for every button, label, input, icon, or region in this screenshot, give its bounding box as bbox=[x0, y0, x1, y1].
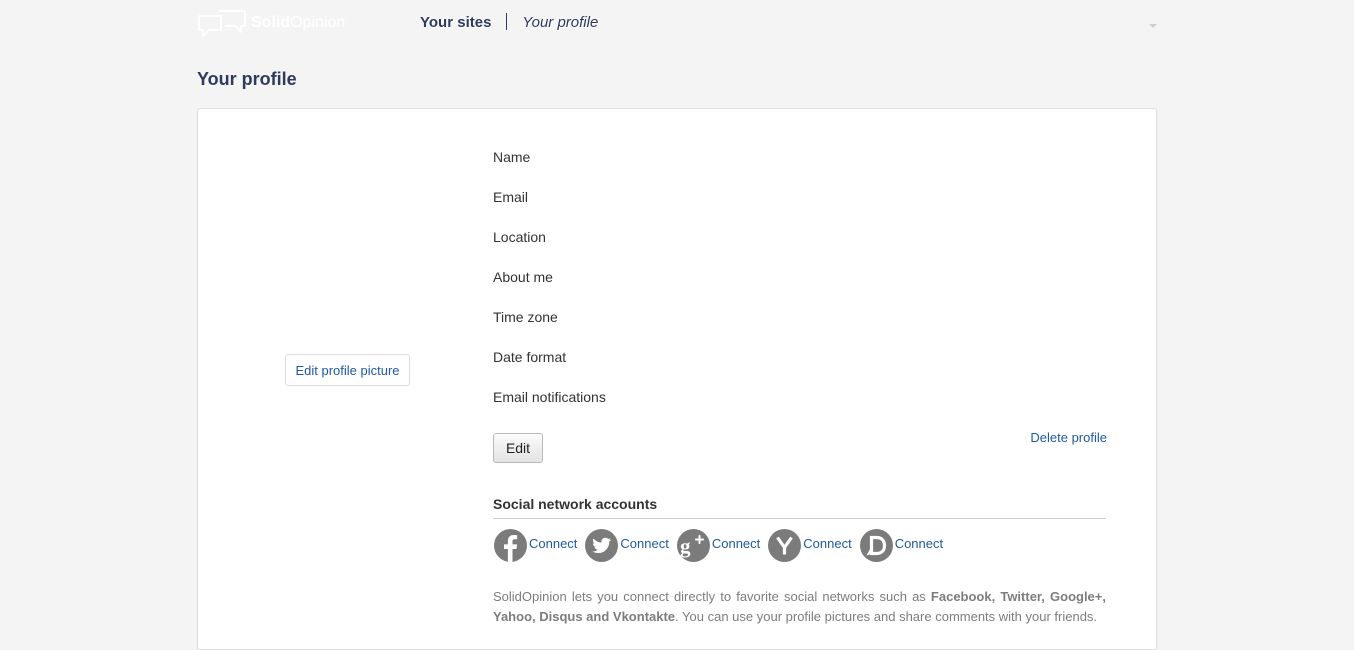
connect-google-plus-link[interactable]: Connect bbox=[712, 536, 760, 551]
social-accounts-list: Connect Connect g Connect Connect Connec… bbox=[494, 529, 951, 563]
field-label-date-format: Date format bbox=[493, 349, 567, 365]
twitter-icon[interactable] bbox=[585, 529, 619, 562]
field-label-location: Location bbox=[493, 229, 546, 245]
connect-twitter-link[interactable]: Connect bbox=[620, 536, 668, 551]
social-accounts-heading: Social network accounts bbox=[493, 496, 1106, 519]
connect-facebook-link[interactable]: Connect bbox=[529, 536, 577, 551]
social-info-text: SolidOpinion lets you connect directly t… bbox=[493, 589, 1106, 624]
google-plus-icon[interactable]: g bbox=[676, 529, 710, 562]
facebook-icon[interactable] bbox=[494, 529, 527, 562]
speech-bubbles-logo-icon bbox=[198, 10, 246, 37]
nav-your-profile[interactable]: Your profile bbox=[522, 14, 598, 31]
connect-yahoo-link[interactable]: Connect bbox=[803, 536, 851, 551]
field-label-email-notifications: Email notifications bbox=[493, 389, 606, 405]
field-label-about-me: About me bbox=[493, 269, 553, 285]
disqus-icon[interactable] bbox=[859, 529, 893, 562]
nav-your-sites[interactable]: Your sites bbox=[420, 14, 491, 31]
top-bar: SolidOpinion Your sites Your profile bbox=[0, 0, 1354, 48]
field-label-name: Name bbox=[493, 149, 531, 165]
connect-disqus-link[interactable]: Connect bbox=[895, 536, 943, 551]
social-item-facebook: Connect bbox=[494, 529, 577, 563]
social-item-yahoo: Connect bbox=[768, 529, 852, 563]
delete-profile-link[interactable]: Delete profile bbox=[1030, 430, 1107, 445]
social-item-google-plus: g Connect bbox=[676, 529, 760, 563]
nav-separator bbox=[506, 13, 508, 30]
social-item-disqus: Connect bbox=[859, 529, 943, 563]
field-label-time-zone: Time zone bbox=[493, 309, 558, 325]
caret-down-icon[interactable] bbox=[1149, 24, 1157, 28]
edit-profile-picture-button[interactable]: Edit profile picture bbox=[285, 354, 410, 386]
field-label-email: Email bbox=[493, 189, 529, 205]
profile-card: Edit profile picture Name Email Location… bbox=[197, 108, 1157, 650]
page-title: Your profile bbox=[197, 69, 297, 89]
social-item-twitter: Connect bbox=[585, 529, 669, 563]
svg-text:g: g bbox=[680, 534, 691, 558]
edit-button[interactable]: Edit bbox=[493, 433, 543, 463]
logo-text: SolidOpinion bbox=[251, 14, 346, 31]
main-nav: Your sites Your profile bbox=[420, 13, 598, 31]
yahoo-icon[interactable] bbox=[768, 529, 802, 562]
logo[interactable]: SolidOpinion bbox=[197, 9, 357, 39]
